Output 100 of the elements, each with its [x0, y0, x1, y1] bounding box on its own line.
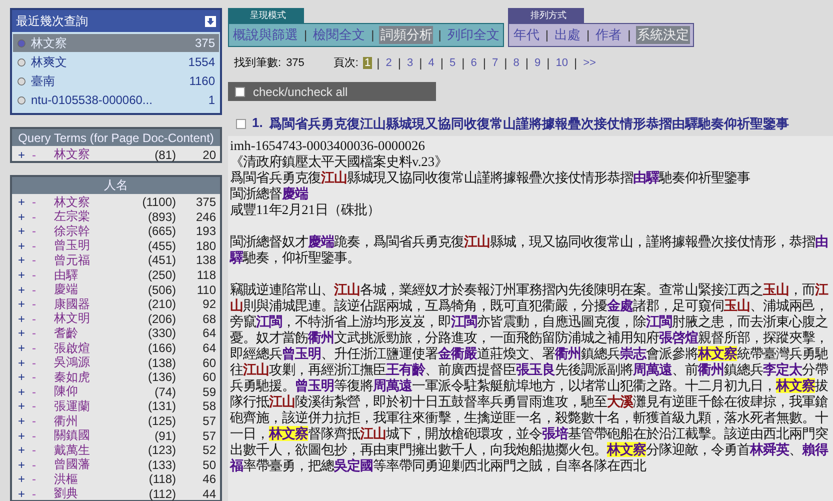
separator: | — [419, 56, 422, 70]
add-link[interactable]: + — [18, 356, 32, 370]
page-link[interactable]: 1 — [363, 56, 372, 68]
exclude-link[interactable]: - — [32, 384, 46, 399]
term-link[interactable]: 林文察 — [46, 194, 126, 211]
exclude-link[interactable]: - — [32, 195, 46, 210]
page-link[interactable]: 6 — [470, 56, 478, 68]
term-link[interactable]: 曾玉明 — [46, 237, 126, 254]
term-link[interactable]: 秦如虎 — [46, 368, 126, 386]
term-total: (123) — [146, 443, 176, 458]
exclude-link[interactable]: - — [32, 326, 46, 340]
exclude-link[interactable]: - — [32, 399, 46, 414]
term-link[interactable]: 吳鴻源 — [46, 354, 126, 372]
term-link[interactable]: 衢州 — [46, 412, 126, 430]
paragraph: 閩浙總督奴才慶端跪奏，爲閩省兵勇克復江山縣城，現又協同收復常山，謹將據報疊次接仗情形，恭摺由驛馳奏，仰祈聖鑒事。 — [230, 234, 829, 266]
exclude-link[interactable]: - — [32, 297, 46, 312]
page-link[interactable]: >> — [582, 56, 597, 68]
add-link[interactable]: + — [18, 384, 32, 399]
page-link[interactable]: 7 — [490, 56, 500, 68]
page-link[interactable]: 5 — [448, 56, 457, 68]
exclude-link[interactable]: - — [32, 253, 46, 268]
term-total: (1100) — [141, 195, 176, 210]
add-link[interactable]: + — [18, 486, 32, 501]
add-link[interactable]: + — [18, 148, 32, 162]
recent-query-item[interactable]: 林爽文 1554 — [13, 53, 219, 71]
term-link[interactable]: 曾元福 — [46, 252, 126, 269]
separator: | — [574, 56, 578, 70]
exclude-link[interactable]: - — [32, 210, 46, 224]
exclude-link[interactable]: - — [32, 341, 46, 356]
page-link[interactable]: 2 — [384, 56, 393, 68]
checkbox[interactable] — [236, 119, 246, 129]
recent-query-item[interactable]: ntu-0105538-000060... 1 — [13, 91, 219, 109]
exclude-link[interactable]: - — [32, 428, 46, 443]
add-link[interactable]: + — [18, 399, 32, 414]
exclude-link[interactable]: - — [32, 443, 46, 458]
download-icon[interactable] — [205, 16, 216, 26]
exclude-link[interactable]: - — [32, 370, 46, 384]
term-link[interactable]: 張啟煊 — [46, 340, 126, 357]
add-link[interactable]: + — [18, 282, 32, 297]
add-link[interactable]: + — [18, 326, 32, 340]
add-link[interactable]: + — [18, 312, 32, 326]
term-link[interactable]: 關鎮國 — [46, 427, 126, 444]
exclude-link[interactable]: - — [32, 312, 46, 326]
tab[interactable]: 出處 — [554, 26, 582, 44]
term-link[interactable]: 陳仰 — [46, 383, 126, 400]
tab[interactable]: 年代 — [512, 26, 540, 44]
exclude-link[interactable]: - — [32, 148, 46, 162]
page-link[interactable]: 10 — [554, 56, 569, 68]
checkbox[interactable] — [235, 86, 245, 96]
separator: | — [398, 56, 401, 70]
add-link[interactable]: + — [18, 268, 32, 282]
term-link[interactable]: 慶端 — [46, 281, 126, 298]
term-link[interactable]: 耆齡 — [46, 324, 126, 342]
term-total: (138) — [146, 356, 176, 370]
term-link[interactable]: 左宗棠 — [46, 208, 126, 226]
exclude-link[interactable]: - — [32, 486, 46, 501]
add-link[interactable]: + — [18, 224, 32, 238]
exclude-link[interactable]: - — [32, 224, 46, 238]
add-link[interactable]: + — [18, 210, 32, 224]
exclude-link[interactable]: - — [32, 458, 46, 472]
exclude-link[interactable]: - — [32, 282, 46, 297]
page-link[interactable]: 8 — [512, 56, 520, 68]
term-count: 46 — [202, 472, 216, 486]
add-link[interactable]: + — [18, 341, 32, 356]
tab[interactable]: 詞頻分析 — [379, 26, 434, 44]
add-link[interactable]: + — [18, 370, 32, 384]
term-link[interactable]: 徐宗幹 — [46, 222, 126, 240]
term-link[interactable]: 由驛 — [46, 266, 126, 284]
add-link[interactable]: + — [18, 428, 32, 443]
add-link[interactable]: + — [18, 253, 32, 268]
term-link[interactable]: 曾國藩 — [46, 456, 126, 474]
term-link[interactable]: 林文察 — [46, 146, 126, 163]
page-link[interactable]: 9 — [533, 56, 542, 68]
add-link[interactable]: + — [18, 297, 32, 312]
page-link[interactable]: 4 — [427, 56, 436, 68]
add-link[interactable]: + — [18, 472, 32, 486]
exclude-link[interactable]: - — [32, 268, 46, 282]
recent-query-item[interactable]: 臺南 1160 — [13, 72, 219, 90]
term-link[interactable]: 康國器 — [46, 296, 126, 313]
term-link[interactable]: 劉典 — [46, 485, 126, 501]
add-link[interactable]: + — [18, 458, 32, 472]
page-link[interactable]: 3 — [406, 56, 414, 68]
tab[interactable]: 系統決定 — [636, 26, 690, 44]
term-count: 50 — [202, 458, 216, 472]
term-total: (250) — [146, 268, 176, 282]
term-link[interactable]: 戴萬生 — [46, 442, 126, 459]
exclude-link[interactable]: - — [32, 472, 46, 486]
result-title[interactable]: 爲閩省兵勇克復江山縣城現又協同收復常山謹將據報疊次接仗情形恭摺由驛馳奏仰祈聖鑒事 — [268, 115, 789, 132]
add-link[interactable]: + — [18, 414, 32, 428]
term-link[interactable]: 張運蘭 — [46, 398, 126, 415]
add-link[interactable]: + — [18, 195, 32, 210]
term-link[interactable]: 洪樞 — [46, 470, 126, 488]
add-link[interactable]: + — [18, 443, 32, 458]
add-link[interactable]: + — [18, 238, 32, 253]
term-link[interactable]: 林文明 — [46, 310, 126, 328]
exclude-link[interactable]: - — [32, 238, 46, 253]
exclude-link[interactable]: - — [32, 414, 46, 428]
exclude-link[interactable]: - — [32, 356, 46, 370]
term-count: 59 — [202, 384, 216, 399]
tab[interactable]: 作者 — [594, 26, 623, 44]
